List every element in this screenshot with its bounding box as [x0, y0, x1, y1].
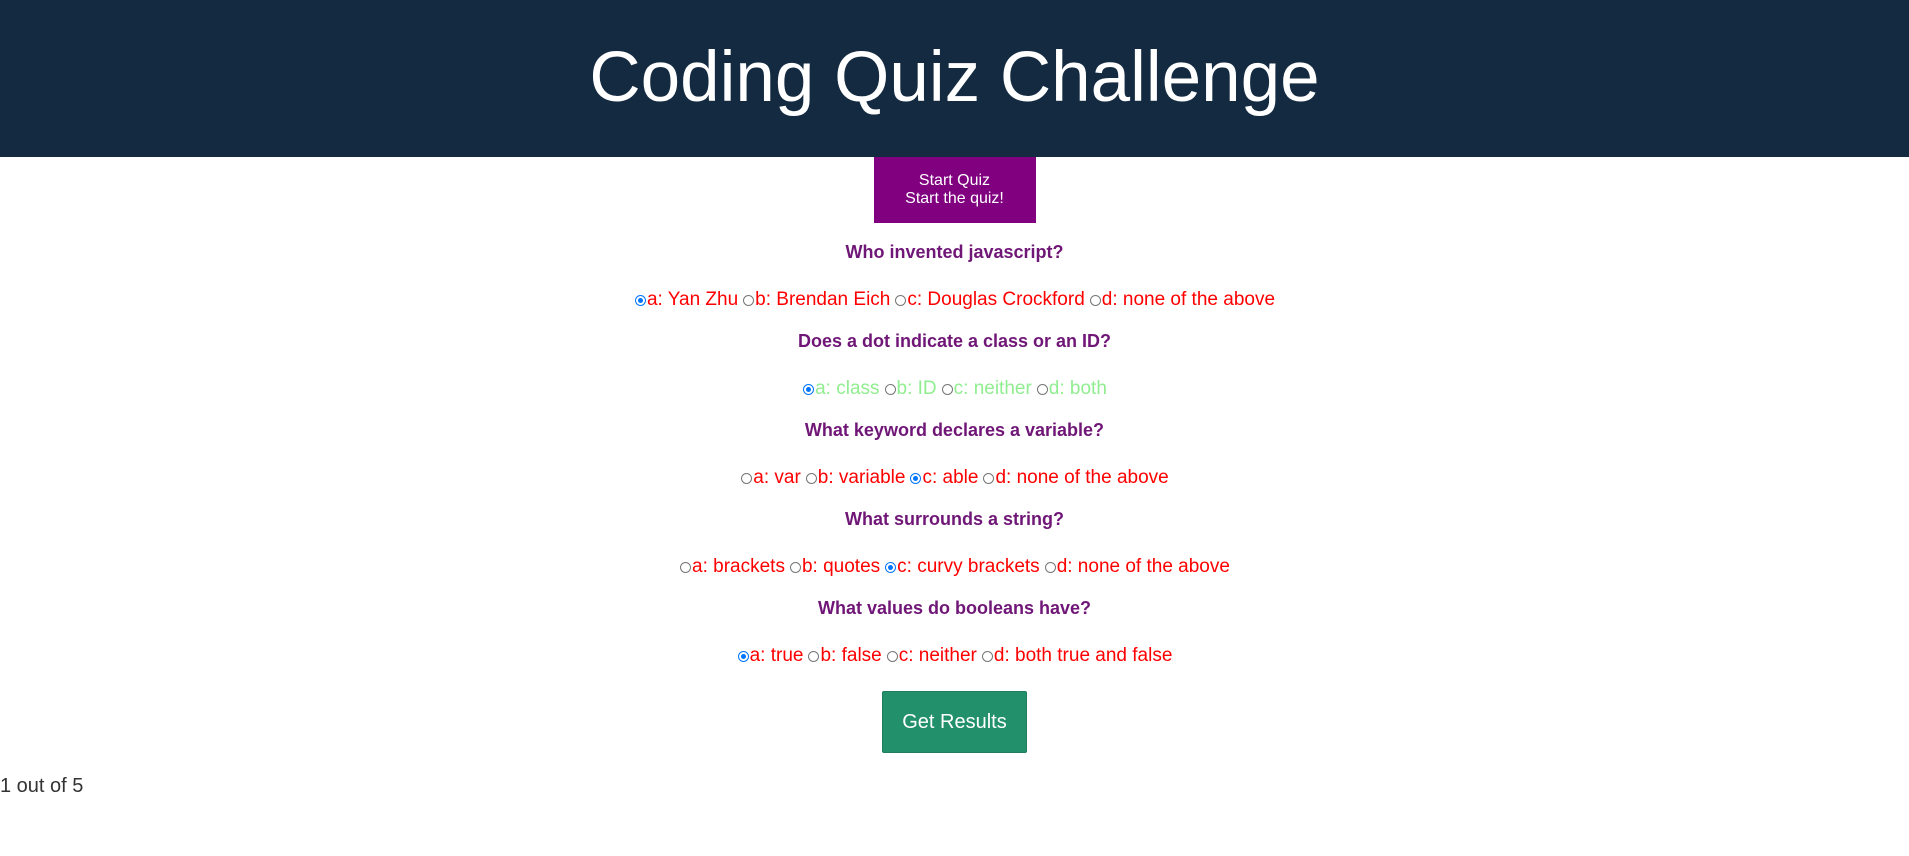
radio-button[interactable]	[910, 472, 922, 484]
score-text: 1 out of 5	[0, 775, 84, 797]
page-title: Coding Quiz Challenge	[589, 38, 1320, 117]
answer-option[interactable]: b: false	[805, 644, 883, 668]
answer-label: c: curvy brackets	[897, 556, 1040, 577]
question-text: Does a dot indicate a class or an ID?	[797, 331, 1112, 351]
start-quiz-subtitle: Start the quiz!	[905, 190, 1004, 207]
answer-option[interactable]: a: var	[738, 466, 803, 490]
answer-label: a: class	[815, 378, 880, 399]
results-container: Get Results	[0, 691, 1909, 753]
start-quiz-button[interactable]: Start Quiz Start the quiz!	[873, 157, 1036, 223]
answer-label: d: none of the above	[1101, 289, 1276, 310]
answer-option[interactable]: c: able	[907, 466, 980, 490]
answer-label: a: var	[753, 467, 801, 488]
radio-button[interactable]	[886, 650, 898, 662]
answer-option[interactable]: b: Brendan Eich	[740, 288, 892, 312]
answer-option[interactable]: c: neither	[884, 644, 979, 668]
radio-button[interactable]	[680, 561, 692, 573]
answer-option[interactable]: a: brackets	[677, 555, 787, 579]
quiz-questions: Who invented javascript? a: Yan Zhu b: B…	[0, 240, 1909, 668]
question-block: Does a dot indicate a class or an ID? a:…	[0, 329, 1909, 401]
answer-option[interactable]: b: ID	[882, 377, 939, 401]
answer-options: a: var b: variable c: able d: none of th…	[0, 466, 1909, 490]
answer-option[interactable]: c: Douglas Crockford	[892, 288, 1086, 312]
answer-option[interactable]: d: none of the above	[1087, 288, 1277, 312]
answer-label: a: true	[749, 645, 804, 666]
answer-label: b: ID	[896, 378, 937, 399]
answer-option[interactable]: c: curvy brackets	[882, 555, 1042, 579]
answer-option[interactable]: d: both true and false	[979, 644, 1175, 668]
question-block: Who invented javascript? a: Yan Zhu b: B…	[0, 240, 1909, 312]
radio-button[interactable]	[895, 294, 907, 306]
radio-button[interactable]	[885, 561, 897, 573]
radio-button[interactable]	[941, 383, 953, 395]
get-results-button[interactable]: Get Results	[882, 691, 1027, 753]
answer-options: a: Yan Zhu b: Brendan Eich c: Douglas Cr…	[0, 288, 1909, 312]
start-quiz-container: Start Quiz Start the quiz!	[0, 157, 1909, 223]
question-block: What values do booleans have? a: true b:…	[0, 596, 1909, 668]
answer-label: d: both	[1048, 378, 1107, 399]
radio-button[interactable]	[884, 383, 896, 395]
radio-button[interactable]	[741, 472, 753, 484]
answer-option[interactable]: d: both	[1034, 377, 1109, 401]
answer-option[interactable]: b: variable	[803, 466, 908, 490]
answer-label: d: none of the above	[1056, 556, 1230, 577]
radio-button[interactable]	[981, 650, 993, 662]
radio-button[interactable]	[743, 294, 755, 306]
radio-button[interactable]	[803, 383, 815, 395]
answer-label: c: Douglas Crockford	[907, 289, 1085, 310]
question-text: What keyword declares a variable?	[804, 420, 1105, 440]
radio-button[interactable]	[789, 561, 801, 573]
answer-label: c: able	[922, 467, 979, 488]
answer-label: b: variable	[817, 467, 906, 488]
radio-button[interactable]	[805, 472, 817, 484]
answer-option[interactable]: b: quotes	[787, 555, 882, 579]
answer-option[interactable]: a: Yan Zhu	[632, 288, 740, 312]
answer-label: c: neither	[953, 378, 1032, 399]
start-quiz-label: Start Quiz	[918, 172, 991, 189]
radio-button[interactable]	[1044, 561, 1056, 573]
answer-option[interactable]: d: none of the above	[980, 466, 1170, 490]
answer-option[interactable]: a: class	[800, 377, 881, 401]
answer-options: a: true b: false c: neither d: both true…	[0, 644, 1909, 668]
radio-button[interactable]	[634, 294, 646, 306]
answer-option[interactable]: d: none of the above	[1042, 555, 1232, 579]
answer-option[interactable]: c: neither	[939, 377, 1034, 401]
answer-options: a: brackets b: quotes c: curvy brackets …	[0, 555, 1909, 579]
radio-button[interactable]	[808, 650, 820, 662]
question-text: What values do booleans have?	[817, 598, 1092, 618]
answer-option[interactable]: a: true	[735, 644, 806, 668]
answer-label: d: none of the above	[995, 467, 1169, 488]
answer-label: a: brackets	[692, 556, 785, 577]
question-text: What surrounds a string?	[844, 509, 1064, 529]
radio-button[interactable]	[737, 650, 749, 662]
answer-label: d: both true and false	[993, 645, 1173, 666]
radio-button[interactable]	[1089, 294, 1101, 306]
page-header: Coding Quiz Challenge	[0, 0, 1909, 157]
answer-label: b: Brendan Eich	[755, 289, 891, 310]
question-text: Who invented javascript?	[845, 242, 1064, 262]
answer-label: b: quotes	[801, 556, 881, 577]
answer-label: c: neither	[898, 645, 977, 666]
answer-options: a: class b: ID c: neither d: both	[0, 377, 1909, 401]
radio-button[interactable]	[1036, 383, 1048, 395]
question-block: What keyword declares a variable? a: var…	[0, 418, 1909, 490]
radio-button[interactable]	[983, 472, 995, 484]
answer-label: a: Yan Zhu	[646, 289, 739, 310]
answer-label: b: false	[820, 645, 882, 666]
question-block: What surrounds a string? a: brackets b: …	[0, 507, 1909, 579]
